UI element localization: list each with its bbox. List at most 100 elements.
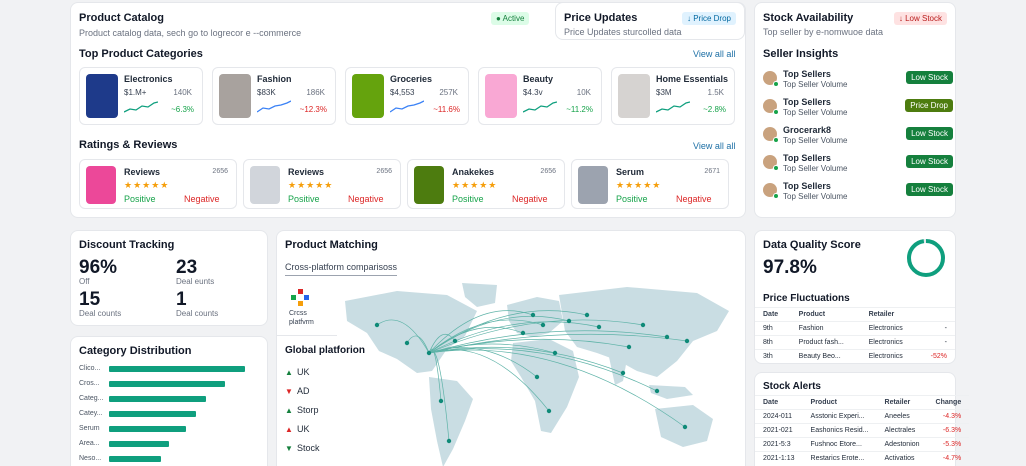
map-node-icon[interactable] [664, 334, 670, 340]
price-updates-card: Price Updates Price Updates sturcolled d… [555, 2, 745, 40]
sparkline-icon [523, 101, 557, 113]
star-rating-icon: ★★★★★ [288, 180, 334, 190]
bar[interactable] [109, 426, 186, 432]
map-node-icon[interactable] [534, 374, 540, 380]
table-row[interactable]: 2021-5:3 Fushnoc Etore... Adestonion -5.3% [755, 437, 970, 452]
map-node-icon[interactable] [446, 438, 452, 444]
bar-label: Clico... [79, 365, 101, 372]
low-stock-badge: ↓ Low Stock [893, 12, 947, 25]
seller-row[interactable]: Top Sellers Top Seller Volume Price Drop [763, 97, 953, 123]
platform-item[interactable]: ▼ AD [285, 386, 310, 400]
table-row[interactable]: 2024-011 Asstonic Experi... Aneeles -4.3% [755, 409, 970, 424]
table-row[interactable]: 3th Beauty Beo... Electronics -52% [755, 349, 955, 363]
bar-label: Area... [79, 440, 100, 447]
category-card[interactable]: Groceries $4,553 257K ~11.6% [345, 67, 469, 125]
bar[interactable] [109, 456, 161, 462]
cross-platform-logo: Crcss platfvrm [289, 289, 329, 329]
map-node-icon[interactable] [596, 324, 602, 330]
seller-status-badge: Low Stock [906, 183, 953, 196]
table-row[interactable]: 9th Fashion Electronics - [755, 321, 955, 336]
category-count: 10K [576, 88, 591, 97]
platform-logo-icon [291, 289, 309, 306]
table-header-row: Date Product Retailer [755, 307, 955, 322]
review-card[interactable]: Reviews 2656 ★★★★★ Positive Negative [79, 159, 237, 209]
online-dot-icon [773, 137, 779, 143]
platform-item[interactable]: ▲ UK [285, 424, 310, 438]
category-card[interactable]: Beauty $4.3v 10K ~11.2% [478, 67, 602, 125]
map-node-icon[interactable] [620, 370, 626, 376]
bar[interactable] [109, 396, 206, 402]
category-thumbnail [352, 74, 384, 118]
category-distribution-card: Category Distribution Clico... Cros... Cat… [70, 336, 268, 466]
data-quality-card: Data Quality Score 97.8% Price Fluctuati… [754, 230, 956, 364]
seller-name: Top Sellers [783, 69, 831, 79]
category-thumbnail [618, 74, 650, 118]
review-card[interactable]: Anakekes 2656 ★★★★★ Positive Negative [407, 159, 565, 209]
map-node-icon[interactable] [654, 388, 660, 394]
platform-item[interactable]: ▲ Storp [285, 405, 319, 419]
category-card[interactable]: Home Essentials $3M 1.5K ~2.8% [611, 67, 735, 125]
map-node-icon[interactable] [404, 340, 410, 346]
platform-item[interactable]: ▲ UK [285, 367, 310, 381]
map-node-icon[interactable] [540, 322, 546, 328]
map-node-icon[interactable] [426, 350, 432, 356]
review-card[interactable]: Reviews 2656 ★★★★★ Positive Negative [243, 159, 401, 209]
positive-label[interactable]: Positive [616, 194, 648, 204]
positive-label[interactable]: Positive [452, 194, 484, 204]
seller-row[interactable]: Top Sellers Top Seller Volume Low Stock [763, 69, 953, 95]
bar[interactable] [109, 366, 245, 372]
map-node-icon[interactable] [520, 330, 526, 336]
bar[interactable] [109, 441, 170, 447]
map-node-icon[interactable] [546, 408, 552, 414]
view-all-categories-link[interactable]: View all all [693, 49, 735, 59]
map-node-icon[interactable] [640, 322, 646, 328]
category-card[interactable]: Fashion $83K 186K ~12.3% [212, 67, 336, 125]
arrow-down-icon: ▼ [285, 387, 293, 396]
seller-status-badge: Low Stock [906, 71, 953, 84]
table-cell: 2021-5:3 [755, 437, 803, 452]
view-all-reviews-link[interactable]: View all all [693, 141, 735, 151]
map-node-icon[interactable] [682, 424, 688, 430]
map-node-icon[interactable] [566, 318, 572, 324]
map-node-icon[interactable] [684, 338, 690, 344]
avatar [763, 71, 779, 87]
table-row[interactable]: 2021-021 Eashonics Resid... Alectrales -6.3… [755, 423, 970, 438]
negative-label[interactable]: Negative [184, 194, 220, 204]
price-updates-title: Price Updates [564, 12, 638, 24]
platform-label: UK [297, 367, 310, 377]
table-cell: -6.3% [927, 423, 970, 438]
table-row[interactable]: 8th Product fash... Electronics - [755, 335, 955, 350]
map-node-icon[interactable] [438, 398, 444, 404]
negative-label[interactable]: Negative [676, 194, 712, 204]
seller-row[interactable]: Grocerark8 Top Seller Volume Low Stock [763, 125, 953, 151]
arrow-up-icon: ▲ [285, 406, 293, 415]
category-card[interactable]: Electronics $1.M+ 140K ~6.3% [79, 67, 203, 125]
table-row[interactable]: 2021-1:13 Restarics Erote... Activatios -4.… [755, 451, 970, 465]
seller-row[interactable]: Top Sellers Top Seller Volume Low Stock [763, 181, 953, 207]
bar[interactable] [109, 381, 226, 387]
positive-label[interactable]: Positive [124, 194, 156, 204]
table-cell: Restarics Erote... [802, 451, 877, 465]
avatar [763, 99, 779, 115]
avatar [763, 127, 779, 143]
map-node-icon[interactable] [584, 312, 590, 318]
map-node-icon[interactable] [530, 312, 536, 318]
map-node-icon[interactable] [626, 344, 632, 350]
positive-label[interactable]: Positive [288, 194, 320, 204]
map-node-icon[interactable] [452, 338, 458, 344]
cross-platform-tab[interactable]: Cross-platform comparisoss [285, 262, 398, 276]
map-node-icon[interactable] [374, 322, 380, 328]
map-node-icon[interactable] [552, 350, 558, 356]
price-drop-badge: ↓ Price Drop [681, 12, 736, 25]
bar-row: Catey... [79, 409, 259, 421]
bar[interactable] [109, 411, 196, 417]
category-change: ~12.3% [299, 105, 327, 114]
seller-row[interactable]: Top Sellers Top Seller Volume Low Stock [763, 153, 953, 179]
platform-item[interactable]: ▼ Stock [285, 443, 320, 457]
table-cell: Electronics [860, 321, 918, 336]
column-header: Change [927, 395, 970, 410]
review-card[interactable]: Serum 2671 ★★★★★ Positive Negative [571, 159, 729, 209]
deal-metric-value: 1 [176, 289, 187, 310]
negative-label[interactable]: Negative [512, 194, 548, 204]
negative-label[interactable]: Negative [348, 194, 384, 204]
